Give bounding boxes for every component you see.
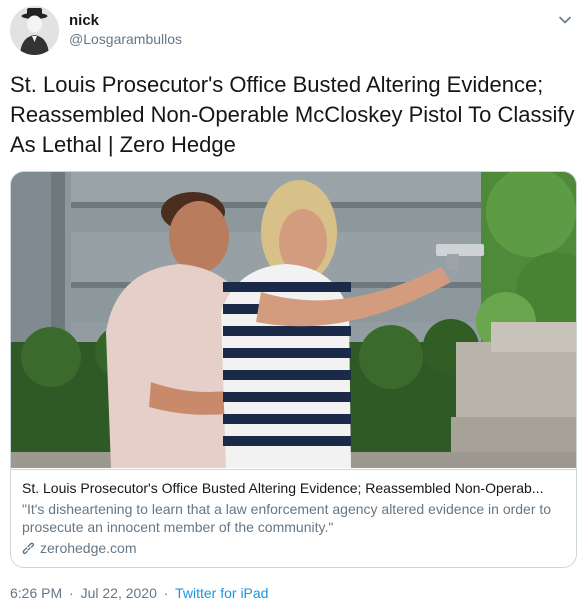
card-photo-icon bbox=[11, 172, 576, 468]
avatar-figure-icon bbox=[10, 6, 59, 55]
tweet-meta: 6:26 PM · Jul 22, 2020 · Twitter for iPa… bbox=[10, 584, 268, 603]
card-domain-text: zerohedge.com bbox=[40, 540, 137, 556]
card-info[interactable]: St. Louis Prosecutor's Office Busted Alt… bbox=[11, 469, 576, 567]
display-name[interactable]: nick bbox=[69, 11, 182, 30]
user-info[interactable]: nick @Losgarambullos bbox=[69, 11, 182, 49]
meta-separator: · bbox=[69, 585, 74, 601]
user-handle[interactable]: @Losgarambullos bbox=[69, 30, 182, 49]
card-description: "It's disheartening to learn that a law … bbox=[22, 501, 552, 535]
tweet-time[interactable]: 6:26 PM bbox=[10, 585, 62, 601]
link-icon bbox=[22, 542, 35, 554]
tweet-source-link[interactable]: Twitter for iPad bbox=[175, 585, 268, 601]
avatar[interactable] bbox=[10, 6, 59, 55]
tweet-date[interactable]: Jul 22, 2020 bbox=[81, 585, 157, 601]
link-card[interactable]: St. Louis Prosecutor's Office Busted Alt… bbox=[10, 171, 577, 568]
card-image[interactable] bbox=[11, 172, 576, 468]
meta-separator: · bbox=[163, 585, 169, 601]
card-title: St. Louis Prosecutor's Office Busted Alt… bbox=[22, 480, 544, 496]
tweet-text: St. Louis Prosecutor's Office Busted Alt… bbox=[10, 72, 575, 157]
chevron-down-icon[interactable] bbox=[557, 12, 573, 28]
card-domain: zerohedge.com bbox=[22, 539, 567, 558]
tweet-header: nick @Losgarambullos bbox=[10, 6, 575, 56]
